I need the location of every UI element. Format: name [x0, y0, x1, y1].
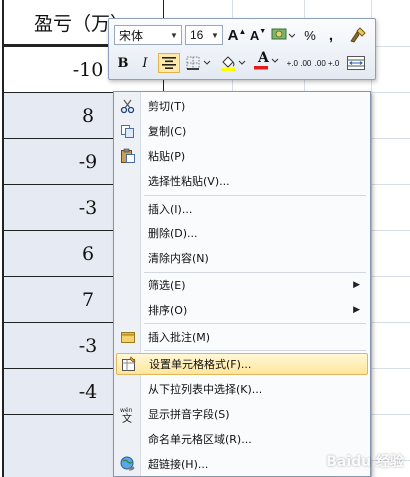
menu-item-paste-special[interactable]: 选择性粘贴(V)...	[116, 170, 368, 192]
mini-toolbar: 宋体 ▼ 16 ▼ A ▲ A ▼ % , B I A +.0 .00 .00 …	[108, 18, 376, 80]
scissors-icon	[119, 97, 137, 115]
menu-item-label: 命名单元格区域(R)...	[148, 433, 252, 446]
menu-item-label: 显示拼音字段(S)	[148, 408, 230, 421]
menu-item-sort[interactable]: 排序(O) ▶	[116, 299, 368, 321]
context-menu: 剪切(T) 复制(C) 粘贴(P) 选择性粘贴(V)... 插入(I)... 删…	[113, 91, 371, 477]
menu-item-copy[interactable]: 复制(C)	[116, 120, 368, 142]
menu-item-label: 粘贴(P)	[148, 150, 186, 163]
menu-item-label: 插入批注(M)	[148, 331, 211, 344]
menu-item-delete[interactable]: 删除(D)...	[116, 222, 368, 244]
accounting-icon	[271, 28, 295, 40]
fill-color-icon	[221, 56, 246, 71]
increase-decimal-label: +.0 .00	[286, 59, 312, 68]
grow-font-button[interactable]: A ▲	[227, 25, 247, 45]
menu-item-insert[interactable]: 插入(I)...	[116, 198, 368, 220]
menu-item-label: 从下拉列表中选择(K)...	[148, 383, 263, 396]
menu-item-label: 删除(D)...	[148, 227, 198, 240]
menu-item-insert-comment[interactable]: 插入批注(M)	[116, 326, 368, 348]
hyperlink-globe-icon	[119, 455, 137, 473]
caret-up-icon: ▲	[238, 27, 247, 36]
percent-style-button[interactable]: %	[301, 25, 319, 45]
font-name-value: 宋体	[119, 28, 144, 43]
accounting-format-button[interactable]	[270, 25, 296, 45]
format-painter-icon	[350, 27, 366, 43]
comma-style-button[interactable]: ,	[323, 25, 339, 45]
menu-item-label: 复制(C)	[148, 125, 187, 138]
border-icon	[186, 56, 211, 70]
menu-item-label: 插入(I)...	[148, 203, 193, 216]
svg-text:wén: wén	[120, 407, 133, 414]
menu-item-paste[interactable]: 粘贴(P)	[116, 145, 368, 167]
copy-icon	[119, 122, 137, 140]
italic-button[interactable]: I	[136, 53, 154, 73]
menu-separator	[144, 323, 366, 324]
menu-item-label: 选择性粘贴(V)...	[148, 175, 230, 188]
font-color-button[interactable]: A	[252, 50, 282, 71]
format-painter-button[interactable]	[347, 25, 369, 45]
menu-item-label: 设置单元格格式(F)...	[149, 358, 252, 371]
comma-label: ,	[328, 26, 334, 44]
font-color-letter: A	[258, 50, 269, 66]
format-cells-icon	[120, 355, 138, 373]
menu-item-define-name[interactable]: 命名单元格区域(R)...	[116, 428, 368, 450]
menu-item-label: 排序(O)	[148, 304, 188, 317]
submenu-arrow-icon: ▶	[353, 280, 360, 290]
clipboard-icon	[119, 147, 137, 165]
decrease-decimal-label: .00 +.0	[314, 59, 340, 68]
caret-down-icon: ▼	[259, 28, 267, 35]
align-center-icon	[162, 57, 176, 69]
submenu-arrow-icon: ▶	[353, 305, 360, 315]
menu-item-format-cells[interactable]: 设置单元格格式(F)...	[116, 353, 368, 375]
shrink-font-button[interactable]: A ▼	[249, 25, 267, 45]
menu-item-cut[interactable]: 剪切(T)	[116, 95, 368, 117]
merge-center-button[interactable]	[345, 53, 367, 73]
chevron-down-icon[interactable]: ▼	[209, 27, 221, 43]
chevron-down-icon[interactable]: ▼	[168, 27, 180, 43]
align-center-button[interactable]	[158, 53, 180, 73]
menu-item-label: 超链接(H)...	[148, 458, 209, 471]
phonetic-icon: wén 文	[119, 405, 137, 423]
bold-label: B	[117, 55, 129, 71]
increase-decimal-button[interactable]: +.0 .00	[286, 54, 312, 74]
shrink-font-label: A	[249, 27, 260, 43]
watermark-text: Baidu 经验	[326, 454, 404, 470]
comment-icon	[119, 328, 137, 346]
font-size-value: 16	[190, 28, 204, 42]
grow-font-label: A	[227, 26, 239, 44]
font-size-combo[interactable]: 16 ▼	[185, 25, 223, 45]
menu-item-label: 筛选(E)	[148, 279, 186, 292]
svg-text:文: 文	[122, 412, 132, 423]
menu-item-label: 剪切(T)	[148, 100, 186, 113]
menu-separator	[144, 350, 366, 351]
italic-label: I	[142, 55, 148, 71]
menu-separator	[144, 272, 366, 273]
menu-item-label: 清除内容(N)	[148, 252, 209, 265]
borders-button[interactable]	[185, 53, 215, 73]
menu-item-filter[interactable]: 筛选(E) ▶	[116, 274, 368, 296]
percent-label: %	[304, 27, 316, 43]
menu-item-pick-from-list[interactable]: 从下拉列表中选择(K)...	[116, 378, 368, 400]
font-name-combo[interactable]: 宋体 ▼	[114, 25, 182, 45]
fill-color-button[interactable]	[219, 53, 249, 73]
watermark: Baidu 经验	[326, 451, 404, 471]
decrease-decimal-button[interactable]: .00 +.0	[314, 54, 340, 74]
menu-item-clear-contents[interactable]: 清除内容(N)	[116, 247, 368, 269]
menu-separator	[144, 195, 366, 196]
menu-item-show-phonetic[interactable]: wén 文 显示拼音字段(S)	[116, 403, 368, 425]
merge-cells-icon	[347, 56, 365, 70]
bold-button[interactable]: B	[114, 53, 132, 73]
